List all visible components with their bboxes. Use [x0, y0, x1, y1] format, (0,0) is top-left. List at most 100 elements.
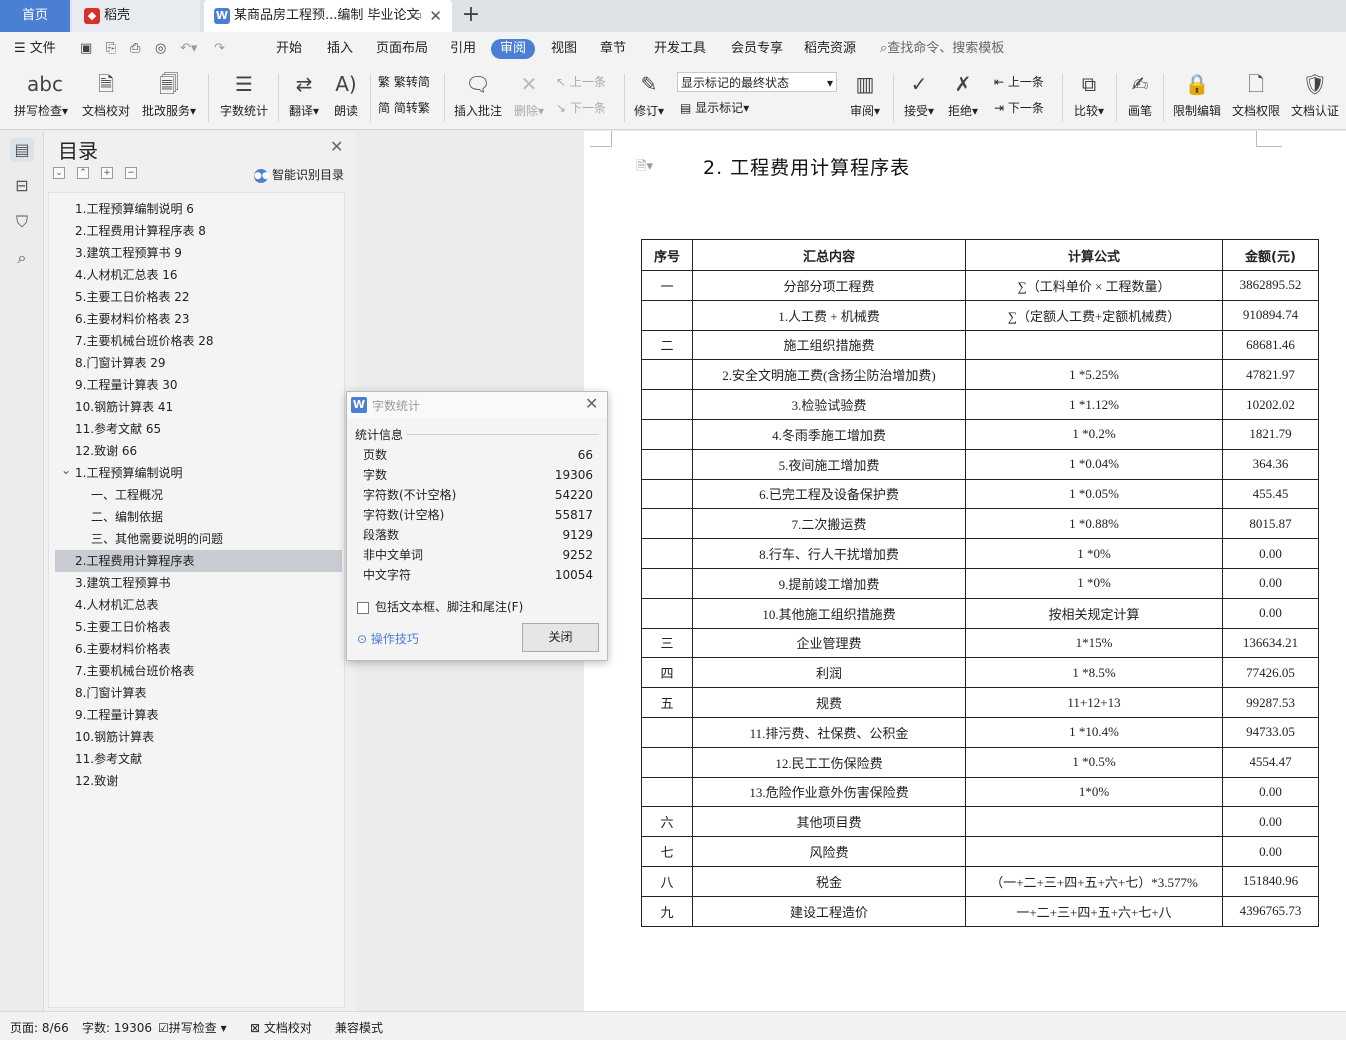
compare-button[interactable]: ⧉ 比较▾ [1070, 70, 1108, 119]
toc-item[interactable]: 7.主要机械台班价格表 [49, 660, 342, 682]
doc-permission-button[interactable]: 🗋 文档权限 [1230, 70, 1282, 119]
file-menu[interactable]: ☰ 文件 [14, 39, 56, 59]
toc-item[interactable]: 一、工程概况 [49, 484, 342, 506]
menu-item-view[interactable]: 视图 [551, 39, 577, 59]
toc-item[interactable]: 9.工程量计算表 [49, 704, 342, 726]
trad-to-simp-button[interactable]: 繁 繁转简 [378, 72, 430, 92]
redo-icon[interactable]: ↷ [214, 39, 225, 59]
menu-item-member[interactable]: 会员专享 [731, 39, 783, 59]
menu-item-daoke-resources[interactable]: 稻壳资源 [804, 39, 856, 59]
simp-to-trad-button[interactable]: 简 简转繁 [378, 98, 430, 118]
read-aloud-button[interactable]: A) 朗读 [330, 70, 362, 119]
review-pane-button[interactable]: ▥ 审阅▾ [846, 70, 884, 119]
remove-level-icon[interactable]: − [125, 167, 137, 179]
show-markup-button[interactable]: ▤ 显示标记▾ [680, 98, 749, 118]
toc-item[interactable]: 11.参考文献 [49, 748, 342, 770]
insert-comment-button[interactable]: 🗨 插入批注 [452, 70, 504, 119]
search-icon[interactable]: ⌕ [10, 246, 34, 270]
doc-proof-button[interactable]: 🗎 文档校对 [80, 70, 132, 119]
menu-item-layout[interactable]: 页面布局 [376, 39, 428, 59]
pen-button[interactable]: ✍ 画笔 [1124, 70, 1156, 119]
toc-item[interactable]: 10.钢筋计算表 [49, 726, 342, 748]
status-proof[interactable]: ⊠ 文档校对 [250, 1019, 312, 1036]
toc-item[interactable]: 2.工程费用计算程序表 [55, 550, 342, 572]
toc-item[interactable]: 8.门窗计算表 [49, 682, 342, 704]
next-change-button[interactable]: ⇥ 下一条 [994, 98, 1044, 118]
batch-service-button[interactable]: 🗐 批改服务▾ [140, 70, 198, 119]
paragraph-handle-icon[interactable]: 🗎▾ [636, 157, 653, 179]
toc-item[interactable]: 5.主要工日价格表 [49, 616, 342, 638]
prev-change-button[interactable]: ⇤ 上一条 [994, 72, 1044, 92]
outline-icon[interactable]: ▤ [10, 138, 34, 162]
toc-item[interactable]: 12.致谢 66 [49, 440, 342, 462]
toc-item[interactable]: 3.建筑工程预算书 [49, 572, 342, 594]
prev-comment-button[interactable]: ↖ 上一条 [556, 72, 606, 92]
undo-icon[interactable]: ↶▾ [180, 39, 197, 59]
translate-button[interactable]: ⇄ 翻译▾ [286, 70, 322, 119]
add-level-icon[interactable]: + [101, 167, 113, 179]
tab-window-icon[interactable]: ▭ [410, 0, 422, 32]
expand-up-icon[interactable]: ⌃ [77, 167, 89, 179]
document-page[interactable]: 🗎▾ 2. 工程费用计算程序表 序号 汇总内容 计算公式 金额(元) 一分部分项工程费… [584, 131, 1346, 1011]
smart-toc-button[interactable]: ●● 智能识别目录 [254, 166, 344, 183]
dialog-titlebar[interactable]: W 字数统计 ✕ [347, 392, 607, 418]
tab-home[interactable]: 首页 [0, 0, 70, 32]
toc-item[interactable]: 10.钢筋计算表 41 [49, 396, 342, 418]
toc-item[interactable]: 二、编制依据 [49, 506, 342, 528]
toc-item[interactable]: 5.主要工日价格表 22 [49, 286, 342, 308]
bookmark-icon[interactable]: ⛉ [10, 210, 34, 234]
menu-item-devtools[interactable]: 开发工具 [654, 39, 706, 59]
restrict-edit-button[interactable]: 🔒 限制编辑 [1170, 70, 1224, 119]
toc-item[interactable]: 8.门窗计算表 29 [49, 352, 342, 374]
next-comment-button[interactable]: ↘ 下一条 [556, 98, 606, 118]
page-indicator[interactable]: 页面: 8/66 [10, 1019, 69, 1036]
accept-button[interactable]: ✓ 接受▾ [900, 70, 938, 119]
toc-item[interactable]: ⌄ 1.工程预算编制说明 [49, 462, 342, 484]
close-icon[interactable]: ✕ [330, 137, 343, 156]
toc-item[interactable]: 6.主要材料价格表 23 [49, 308, 342, 330]
delete-comment-button[interactable]: ✕ 删除▾ [510, 70, 548, 119]
close-button[interactable]: 关闭 [522, 623, 599, 652]
menu-item-review[interactable]: 审阅 [491, 39, 536, 59]
table-cell [965, 806, 1223, 838]
save-icon[interactable]: ▣ [80, 39, 92, 59]
table-cell [641, 746, 693, 778]
word-count-indicator[interactable]: 字数: 19306 [82, 1019, 152, 1036]
export-pdf-icon[interactable]: ⎘ [106, 39, 116, 59]
new-tab-button[interactable]: + [456, 0, 486, 32]
word-count-button[interactable]: ☰ 字数统计 [218, 70, 270, 119]
menu-item-section[interactable]: 章节 [600, 39, 626, 59]
collapse-all-icon[interactable]: ⌄ [53, 167, 65, 179]
menu-item-start[interactable]: 开始 [276, 39, 302, 59]
doc-certify-button[interactable]: 🛡 文档认证 [1288, 70, 1342, 119]
menu-item-reference[interactable]: 引用 [450, 39, 476, 59]
toc-item[interactable]: 4.人材机汇总表 16 [49, 264, 342, 286]
print-preview-icon[interactable]: ◎ [155, 39, 166, 59]
chevron-down-icon[interactable]: ⌄ [61, 459, 71, 481]
tab-document[interactable]: W 某商品房工程预...编制 毕业论文 ▭ ✕ [204, 0, 452, 32]
tab-close-icon[interactable]: ✕ [429, 0, 442, 32]
spellcheck-button[interactable]: abc 拼写检查▾ [12, 70, 70, 119]
toc-item[interactable]: 11.参考文献 65 [49, 418, 342, 440]
toc-item[interactable]: 9.工程量计算表 30 [49, 374, 342, 396]
toc-item[interactable]: 三、其他需要说明的问题 [49, 528, 342, 550]
tips-link[interactable]: ⊙ 操作技巧 [357, 630, 419, 647]
toc-item[interactable]: 4.人材机汇总表 [49, 594, 342, 616]
toc-item[interactable]: 12.致谢 [49, 770, 342, 792]
toc-item[interactable]: 2.工程费用计算程序表 8 [49, 220, 342, 242]
markup-state-select[interactable]: 显示标记的最终状态 ▾ [677, 72, 837, 92]
toc-item[interactable]: 7.主要机械台班价格表 28 [49, 330, 342, 352]
status-spellcheck[interactable]: ☑拼写检查 ▾ [158, 1019, 227, 1036]
toc-item[interactable]: 1.工程预算编制说明 6 [49, 198, 342, 220]
reject-button[interactable]: ✗ 拒绝▾ [944, 70, 982, 119]
include-textbox-checkbox[interactable]: 包括文本框、脚注和尾注(F) [357, 598, 523, 615]
chapter-icon[interactable]: ⊟ [10, 174, 34, 198]
print-icon[interactable]: ⎙ [130, 39, 140, 59]
toc-item[interactable]: 6.主要材料价格表 [49, 638, 342, 660]
menu-item-insert[interactable]: 插入 [327, 39, 353, 59]
close-icon[interactable]: ✕ [585, 394, 598, 413]
command-search[interactable]: ⌕查找命令、搜索模板 [880, 39, 1004, 59]
toc-item[interactable]: 3.建筑工程预算书 9 [49, 242, 342, 264]
tab-daoke[interactable]: ◆ 稻壳 [72, 0, 200, 32]
track-changes-button[interactable]: ✎ 修订▾ [632, 70, 666, 119]
